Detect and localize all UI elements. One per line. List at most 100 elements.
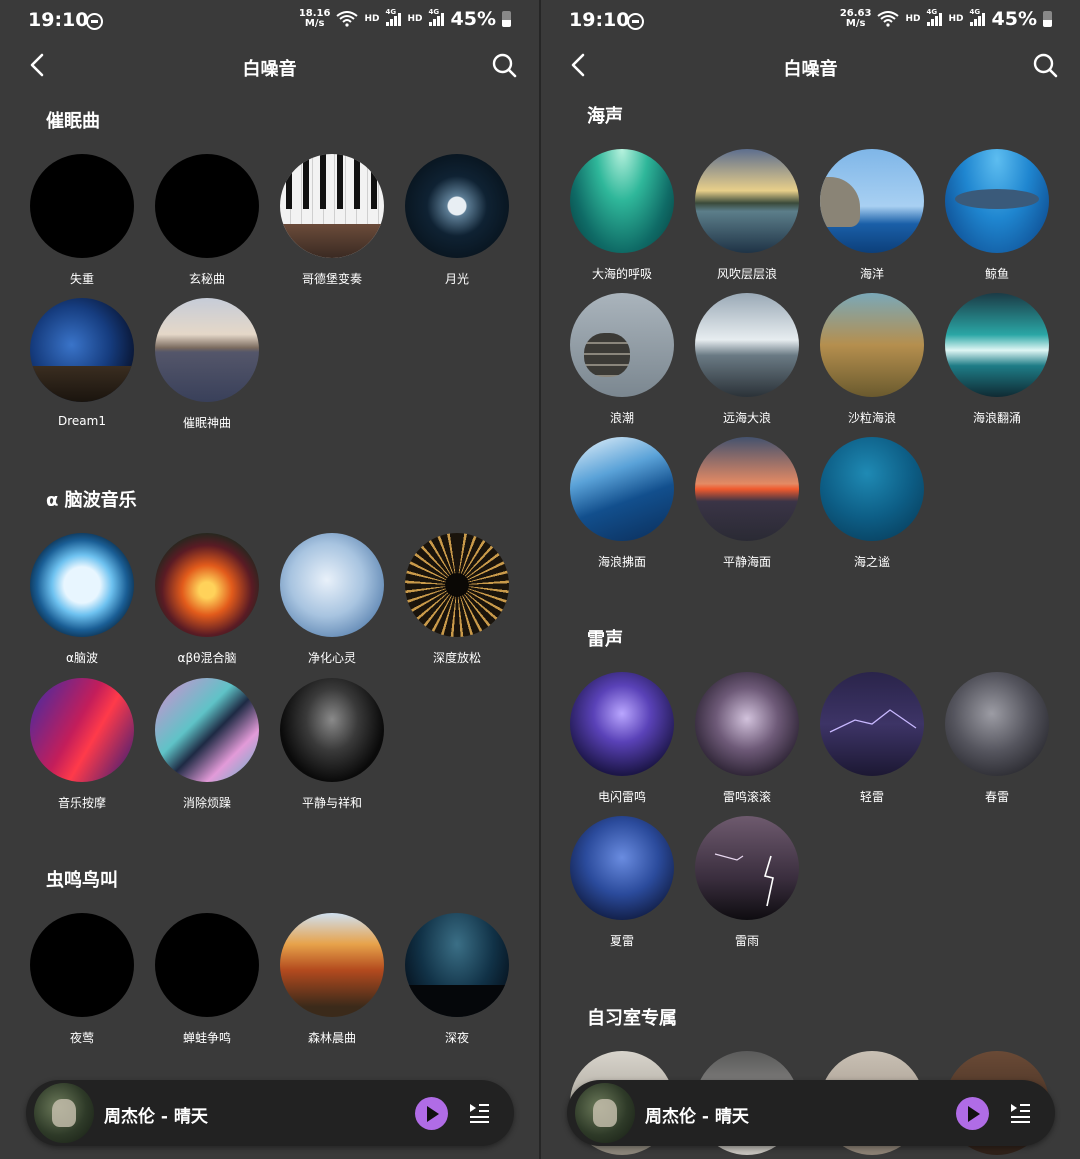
sound-item[interactable]: 海浪拂面 [567, 437, 677, 570]
left-screen: 19:10 18.16 M/s HD 4G HD 4G 45% 白噪音 催眠曲 失… [0, 0, 539, 1159]
search-icon[interactable] [491, 52, 517, 78]
sound-item[interactable]: 平静海面 [692, 437, 802, 570]
sound-item[interactable]: 催眠神曲 [152, 298, 262, 431]
sound-thumbnail [820, 672, 924, 776]
sound-thumbnail [695, 149, 799, 253]
sound-thumbnail [945, 672, 1049, 776]
play-button[interactable] [956, 1097, 989, 1130]
sound-label: 大海的呼吸 [591, 267, 652, 281]
signal-icon: 4G [926, 8, 943, 26]
sound-label: 夏雷 [609, 934, 634, 948]
sound-item[interactable]: Dream1 [27, 298, 137, 428]
sound-item[interactable]: 月光 [402, 154, 512, 287]
album-cover [575, 1083, 635, 1143]
sound-thumbnail [945, 293, 1049, 397]
sound-thumbnail [695, 293, 799, 397]
sound-thumbnail [570, 672, 674, 776]
sound-item[interactable]: 夏雷 [567, 816, 677, 949]
sound-item[interactable]: 风吹层层浪 [692, 149, 802, 282]
do-not-disturb-icon [627, 13, 644, 30]
sound-item[interactable]: 远海大浪 [692, 293, 802, 426]
sound-thumbnail [280, 678, 384, 782]
sound-item[interactable]: 夜莺 [27, 913, 137, 1046]
sound-thumbnail [570, 149, 674, 253]
battery-icon [1043, 11, 1052, 27]
sound-item[interactable]: 海之谧 [817, 437, 927, 570]
sound-item[interactable]: 哥德堡变奏 [277, 154, 387, 287]
status-bar: 19:10 26.63 M/s HD 4G HD 4G 45% [541, 0, 1080, 42]
sound-thumbnail [30, 298, 134, 402]
sound-item[interactable]: 深度放松 [402, 533, 512, 666]
sound-label: α脑波 [66, 651, 98, 665]
sound-item[interactable]: αβθ混合脑 [152, 533, 262, 666]
sound-label: 消除烦躁 [182, 796, 231, 810]
status-time: 19:10 [569, 9, 630, 31]
sound-item[interactable]: 雷雨 [692, 816, 802, 949]
page-title: 白噪音 [783, 59, 838, 80]
sound-item[interactable]: 蝉蛙争鸣 [152, 913, 262, 1046]
hd-badge: HD [948, 14, 964, 24]
sound-item[interactable]: 大海的呼吸 [567, 149, 677, 282]
sound-item[interactable]: 深夜 [402, 913, 512, 1046]
sound-item[interactable]: 净化心灵 [277, 533, 387, 666]
battery-percent: 45% [991, 8, 1037, 30]
playlist-icon[interactable] [468, 1101, 490, 1123]
sound-item[interactable]: 森林晨曲 [277, 913, 387, 1046]
sound-thumbnail [695, 816, 799, 920]
sound-label: 净化心灵 [307, 651, 356, 665]
sound-label: 电闪雷鸣 [597, 790, 646, 804]
sound-thumbnail [155, 154, 259, 258]
sound-thumbnail [820, 437, 924, 541]
sound-item[interactable]: 失重 [27, 154, 137, 287]
search-icon[interactable] [1032, 52, 1058, 78]
sound-label: 哥德堡变奏 [301, 272, 362, 286]
playlist-icon[interactable] [1009, 1101, 1031, 1123]
sound-item[interactable]: 消除烦躁 [152, 678, 262, 811]
sound-item[interactable]: 轻雷 [817, 672, 927, 805]
sound-label: 春雷 [984, 790, 1009, 804]
sound-item[interactable]: 雷鸣滚滚 [692, 672, 802, 805]
now-playing-title: 周杰伦 - 晴天 [645, 1107, 749, 1127]
sound-item[interactable]: 鲸鱼 [942, 149, 1052, 282]
sound-label: αβθ混合脑 [177, 651, 237, 665]
sound-item[interactable]: 音乐按摩 [27, 678, 137, 811]
battery-percent: 45% [450, 8, 496, 30]
play-button[interactable] [415, 1097, 448, 1130]
sound-item[interactable]: 平静与祥和 [277, 678, 387, 811]
sound-label: 玄秘曲 [188, 272, 225, 286]
section-title-insects-birds: 虫鸣鸟叫 [46, 870, 118, 891]
status-time: 19:10 [28, 9, 89, 31]
mini-player[interactable]: 周杰伦 - 晴天 [567, 1080, 1055, 1146]
sound-item[interactable]: 海洋 [817, 149, 927, 282]
sound-thumbnail [945, 149, 1049, 253]
sound-label: 海浪拂面 [597, 555, 646, 569]
app-bar: 白噪音 [0, 42, 539, 90]
sound-label: Dream1 [58, 414, 106, 428]
sound-item[interactable]: 电闪雷鸣 [567, 672, 677, 805]
section-title-study-room: 自习室专属 [587, 1008, 677, 1029]
sound-label: 失重 [69, 272, 94, 286]
sound-item[interactable]: 浪潮 [567, 293, 677, 426]
sound-label: 鲸鱼 [984, 267, 1009, 281]
sound-item[interactable]: 春雷 [942, 672, 1052, 805]
wifi-icon [877, 11, 900, 27]
sound-item[interactable]: 沙粒海浪 [817, 293, 927, 426]
wifi-icon [336, 11, 359, 27]
sound-label: 音乐按摩 [57, 796, 106, 810]
sound-label: 平静与祥和 [301, 796, 362, 810]
sound-label: 夜莺 [69, 1031, 94, 1045]
signal-icon: 4G [428, 8, 445, 26]
sound-item[interactable]: 海浪翻涌 [942, 293, 1052, 426]
sound-label: 平静海面 [722, 555, 771, 569]
sound-item[interactable]: α脑波 [27, 533, 137, 666]
sound-thumbnail [30, 533, 134, 637]
sound-label: 浪潮 [609, 411, 634, 425]
sound-label: 海之谧 [853, 555, 890, 569]
sound-label: 轻雷 [859, 790, 884, 804]
mini-player[interactable]: 周杰伦 - 晴天 [26, 1080, 514, 1146]
sound-thumbnail [695, 672, 799, 776]
sound-item[interactable]: 玄秘曲 [152, 154, 262, 287]
right-screen: 19:10 26.63 M/s HD 4G HD 4G 45% 白噪音 海声 大海… [541, 0, 1080, 1159]
sound-label: 雷鸣滚滚 [722, 790, 771, 804]
sound-thumbnail [30, 154, 134, 258]
